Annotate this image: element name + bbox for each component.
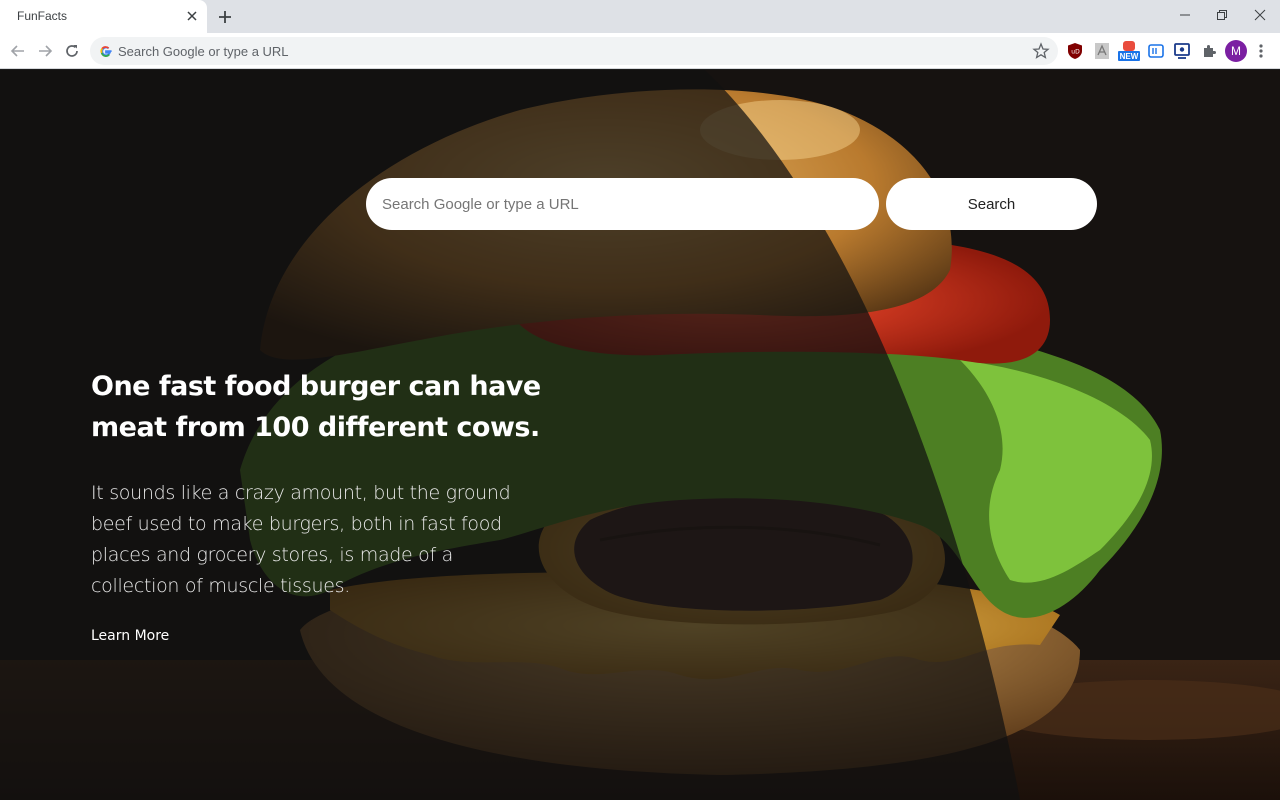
close-window-button[interactable] [1237,0,1280,30]
more-vert-icon [1259,44,1263,58]
new-tab-icon[interactable] [214,6,236,28]
ublock-icon: uD [1068,43,1082,59]
profile-avatar[interactable]: M [1225,40,1247,62]
reader-extension[interactable] [1146,41,1166,61]
tab-strip: FunFacts [0,0,1280,33]
tab-funfacts[interactable]: FunFacts [0,0,207,33]
pdf-icon [1095,43,1109,59]
star-icon[interactable] [1032,42,1050,60]
restore-icon [1217,10,1227,20]
ublock-extension[interactable]: uD [1065,41,1085,61]
back-button[interactable] [7,40,29,62]
close-icon [1254,9,1266,21]
browser-toolbar: Search Google or type a URL uD NEW M [0,33,1280,69]
google-icon [100,46,112,57]
extensions-button[interactable] [1199,41,1219,61]
reader-icon [1148,44,1164,58]
close-tab-icon[interactable] [183,7,201,25]
new-extension[interactable]: NEW [1117,41,1141,61]
puzzle-icon [1204,45,1216,57]
arrow-right-icon [39,45,53,57]
reload-button[interactable] [61,40,83,62]
avatar-initial: M [1231,44,1241,58]
new-badge: NEW [1119,52,1139,61]
fact-title: One fast food burger can have meat from … [91,371,541,443]
minimize-icon [1180,14,1190,16]
tab-title: FunFacts [17,9,68,23]
monitor-extension[interactable] [1172,41,1192,61]
omnibox[interactable]: Search Google or type a URL [90,37,1058,65]
fact-body: It sounds like a crazy amount, but the g… [91,482,511,597]
arrow-left-icon [10,45,24,57]
search-button[interactable]: Search [886,178,1097,230]
new-tab-page: Search One fast food burger can have mea… [0,70,1280,800]
learn-more-link[interactable]: Learn More [91,628,169,644]
forward-button[interactable] [34,40,56,62]
menu-button[interactable] [1251,41,1271,61]
pdf-extension[interactable] [1092,41,1112,61]
omnibox-placeholder: Search Google or type a URL [118,44,289,59]
reload-icon [66,45,78,57]
svg-text:uD: uD [1071,49,1080,56]
search-input[interactable] [366,178,879,230]
monitor-icon [1174,43,1190,59]
